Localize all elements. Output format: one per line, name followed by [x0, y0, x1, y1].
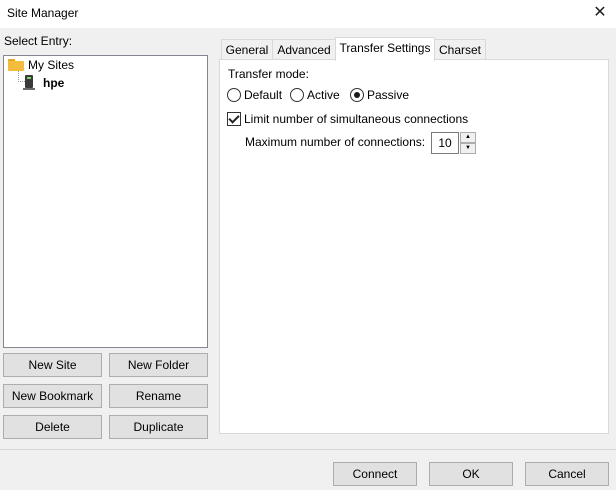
- max-connections-label: Maximum number of connections:: [245, 135, 426, 149]
- spin-up-icon[interactable]: ▲: [460, 132, 476, 143]
- tab-general[interactable]: General: [221, 39, 273, 60]
- title-bar: [0, 0, 616, 28]
- cancel-button[interactable]: Cancel: [525, 462, 609, 486]
- tree-item-hpe[interactable]: hpe: [15, 74, 64, 92]
- radio-default[interactable]: Default: [227, 88, 282, 102]
- server-icon: [23, 75, 35, 91]
- new-bookmark-button[interactable]: New Bookmark: [3, 384, 102, 408]
- radio-active-label: Active: [307, 88, 340, 102]
- radio-passive-label: Passive: [367, 88, 410, 102]
- spin-down-icon[interactable]: ▼: [460, 143, 476, 154]
- tree-item-label: hpe: [43, 76, 65, 90]
- radio-default-icon: [227, 88, 241, 102]
- folder-icon: [8, 59, 24, 71]
- radio-passive-icon: [350, 88, 364, 102]
- delete-button[interactable]: Delete: [3, 415, 102, 439]
- tab-advanced[interactable]: Advanced: [272, 39, 336, 60]
- close-icon[interactable]: ✕: [590, 3, 610, 23]
- limit-connections-checkbox[interactable]: Limit number of simultaneous connections: [227, 112, 468, 126]
- ok-button[interactable]: OK: [429, 462, 513, 486]
- radio-active-icon: [290, 88, 304, 102]
- site-tree[interactable]: My Sites hpe: [3, 55, 208, 348]
- select-entry-label: Select Entry:: [4, 34, 73, 48]
- footer-divider: [0, 449, 616, 450]
- transfer-mode-label: Transfer mode:: [228, 67, 309, 81]
- window-title: Site Manager: [7, 6, 79, 20]
- max-connections-input[interactable]: 10: [431, 132, 459, 154]
- new-site-button[interactable]: New Site: [3, 353, 102, 377]
- duplicate-button[interactable]: Duplicate: [109, 415, 208, 439]
- checkbox-icon: [227, 112, 241, 126]
- connect-button[interactable]: Connect: [333, 462, 417, 486]
- new-folder-button[interactable]: New Folder: [109, 353, 208, 377]
- limit-connections-label: Limit number of simultaneous connections: [244, 112, 469, 126]
- rename-button[interactable]: Rename: [109, 384, 208, 408]
- radio-default-label: Default: [244, 88, 283, 102]
- tab-charset[interactable]: Charset: [434, 39, 486, 60]
- tab-transfer-settings[interactable]: Transfer Settings: [335, 37, 435, 61]
- tree-item-label: My Sites: [28, 58, 75, 72]
- radio-passive[interactable]: Passive: [350, 88, 409, 102]
- radio-active[interactable]: Active: [290, 88, 340, 102]
